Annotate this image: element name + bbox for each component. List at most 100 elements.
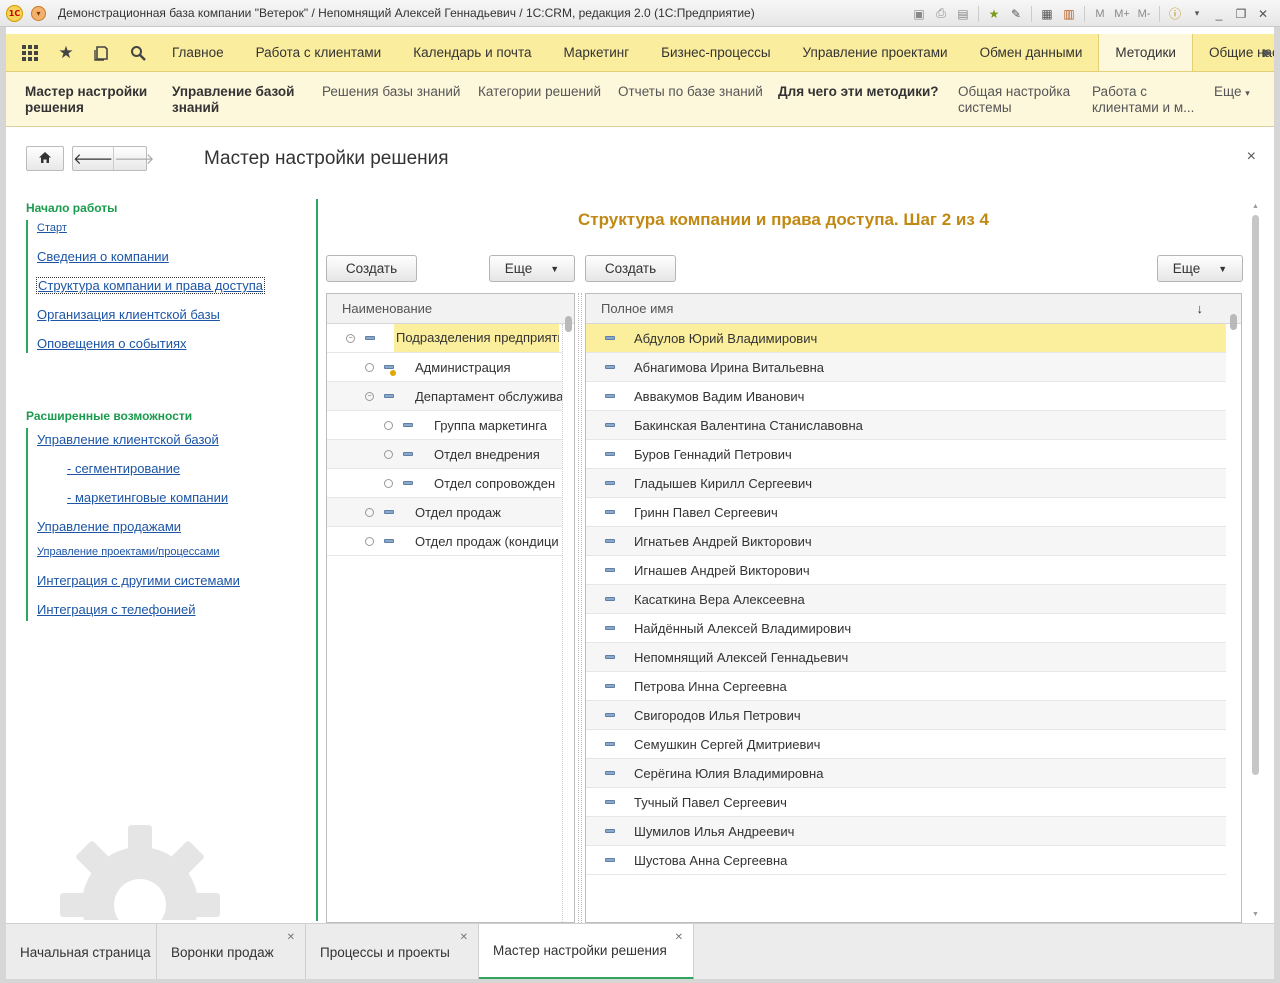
employee-row[interactable]: Гринн Павел Сергеевич	[586, 498, 1226, 527]
func-setup-wizard[interactable]: Мастер настройки решения	[25, 84, 155, 116]
nav-link-notifications[interactable]: Оповещения о событиях	[37, 336, 187, 351]
employee-row[interactable]: Семушкин Сергей Дмитриевич	[586, 730, 1226, 759]
calendar-icon[interactable]: ▥	[1058, 3, 1080, 25]
scroll-down-icon[interactable]: ▼	[1252, 911, 1259, 918]
nav-link-segmentation[interactable]: - сегментирование	[67, 461, 180, 476]
tree-row[interactable]: − Департамент обслужива	[327, 382, 574, 411]
nav-link-integration[interactable]: Интеграция с другими системами	[37, 573, 240, 588]
func-general-setup[interactable]: Общая настройка системы	[958, 84, 1078, 116]
open-tab-home[interactable]: Начальная страница	[6, 924, 157, 980]
panel-splitter[interactable]	[578, 293, 582, 923]
section-calendar-mail[interactable]: Календарь и почта	[397, 34, 547, 71]
tree-row[interactable]: Отдел продаж (кондици	[327, 527, 574, 556]
nav-link-company-info[interactable]: Сведения о компании	[37, 249, 169, 264]
close-tab-icon[interactable]: ✕	[287, 932, 295, 943]
employee-row[interactable]: Свигородов Илья Петрович	[586, 701, 1226, 730]
employee-row[interactable]: Найдённый Алексей Владимирович	[586, 614, 1226, 643]
save-icon[interactable]: ▣	[908, 3, 930, 25]
collapse-icon[interactable]: −	[365, 391, 374, 401]
employee-row[interactable]: Буров Геннадий Петрович	[586, 440, 1226, 469]
sections-scroll-right-icon[interactable]: ▶	[1264, 46, 1272, 59]
nav-link-start[interactable]: Старт	[37, 222, 67, 234]
more-employees-button[interactable]: Еще ▼	[1157, 255, 1243, 282]
func-knowledge-base-mgmt[interactable]: Управление базой знаний	[172, 84, 307, 116]
nav-link-marketing-campaigns[interactable]: - маркетинговые компании	[67, 490, 228, 505]
nav-link-client-mgmt[interactable]: Управление клиентской базой	[37, 432, 219, 447]
nav-link-projects[interactable]: Управление проектами/процессами	[37, 546, 220, 558]
func-kb-solutions[interactable]: Решения базы знаний	[322, 84, 460, 100]
employee-row[interactable]: Петрова Инна Сергеевна	[586, 672, 1226, 701]
employee-row[interactable]: Абдулов Юрий Владимирович	[586, 324, 1226, 353]
section-business-processes[interactable]: Бизнес-процессы	[645, 34, 786, 71]
func-solution-categories[interactable]: Категории решений	[478, 84, 601, 100]
employee-row[interactable]: Игнатьев Андрей Викторович	[586, 527, 1226, 556]
open-tab-processes[interactable]: Процессы и проекты ✕	[306, 924, 479, 980]
main-menu-icon[interactable]: ▾	[31, 5, 46, 21]
section-data-exchange[interactable]: Обмен данными	[964, 34, 1099, 71]
info-icon[interactable]: ⓘ	[1164, 3, 1186, 25]
employee-row[interactable]: Абнагимова Ирина Витальевна	[586, 353, 1226, 382]
create-department-button[interactable]: Создать	[326, 255, 417, 282]
history-icon[interactable]	[84, 34, 120, 72]
print-icon[interactable]: ⎙	[930, 3, 952, 25]
employee-row[interactable]: Серёгина Юлия Владимировна	[586, 759, 1226, 788]
home-button[interactable]	[26, 146, 64, 171]
back-arrow-icon[interactable]: 🡐	[73, 147, 115, 170]
forward-arrow-icon[interactable]: 🡒	[114, 147, 154, 170]
favorites-star-icon[interactable]: ★	[48, 34, 84, 72]
section-methods[interactable]: Методики	[1098, 34, 1193, 71]
column-header-full-name[interactable]: Полное имя ↓	[586, 294, 1241, 324]
history-icon[interactable]: ✎	[1005, 3, 1027, 25]
form-scrollbar[interactable]: ▲ ▼	[1250, 203, 1262, 918]
calculator-icon[interactable]: ▦	[1036, 3, 1058, 25]
more-departments-button[interactable]: Еще ▼	[489, 255, 575, 282]
tree-row[interactable]: − Подразделения предприяти	[327, 324, 574, 353]
scroll-thumb[interactable]	[1252, 215, 1259, 775]
employee-row[interactable]: Бакинская Валентина Станиславовна	[586, 411, 1226, 440]
employees-scrollbar[interactable]	[1226, 314, 1241, 922]
employee-row[interactable]: Тучный Павел Сергеевич	[586, 788, 1226, 817]
func-more-button[interactable]: Еще ▾	[1214, 84, 1250, 101]
tree-row[interactable]: Администрация	[327, 353, 574, 382]
restore-icon[interactable]: ❐	[1230, 3, 1252, 25]
open-tab-setup-wizard[interactable]: Мастер настройки решения ✕	[479, 924, 694, 980]
dropdown-icon[interactable]: ▾	[1186, 3, 1208, 25]
func-work-with-clients[interactable]: Работа с клиентами и м...	[1092, 84, 1197, 116]
section-main[interactable]: Главное	[156, 34, 240, 71]
nav-link-sales-mgmt[interactable]: Управление продажами	[37, 519, 181, 534]
tree-row[interactable]: Группа маркетинга	[327, 411, 574, 440]
minimize-icon[interactable]: _	[1208, 3, 1230, 25]
memory-plus-button[interactable]: M+	[1111, 3, 1133, 25]
close-tab-icon[interactable]: ✕	[460, 932, 468, 943]
favorites-icon[interactable]: ★	[983, 3, 1005, 25]
tree-row[interactable]: Отдел внедрения	[327, 440, 574, 469]
sort-descending-icon[interactable]: ↓	[1197, 301, 1204, 316]
open-tab-sales-funnels[interactable]: Воронки продаж ✕	[157, 924, 306, 980]
section-general-settings[interactable]: Общие настрой	[1193, 34, 1274, 71]
nav-link-client-base[interactable]: Организация клиентской базы	[37, 307, 220, 322]
scroll-thumb[interactable]	[565, 316, 572, 332]
column-header-name[interactable]: Наименование	[327, 294, 574, 324]
collapse-icon[interactable]: −	[346, 333, 355, 343]
tree-scrollbar[interactable]	[562, 316, 574, 922]
section-clients[interactable]: Работа с клиентами	[240, 34, 398, 71]
employee-row[interactable]: Аввакумов Вадим Иванович	[586, 382, 1226, 411]
employee-row[interactable]: Касаткина Вера Алексеевна	[586, 585, 1226, 614]
tree-row[interactable]: Отдел продаж	[327, 498, 574, 527]
close-tab-icon[interactable]: ✕	[675, 932, 683, 943]
scroll-up-icon[interactable]: ▲	[1252, 203, 1259, 210]
scroll-thumb[interactable]	[1230, 314, 1237, 330]
tree-row[interactable]: Отдел сопровожден	[327, 469, 574, 498]
close-form-icon[interactable]: ×	[1247, 148, 1256, 166]
memory-minus-button[interactable]: M-	[1133, 3, 1155, 25]
employee-row[interactable]: Шумилов Илья Андреевич	[586, 817, 1226, 846]
create-employee-button[interactable]: Создать	[585, 255, 676, 282]
close-window-icon[interactable]: ✕	[1252, 3, 1274, 25]
memory-m-button[interactable]: M	[1089, 3, 1111, 25]
section-marketing[interactable]: Маркетинг	[547, 34, 645, 71]
section-projects[interactable]: Управление проектами	[787, 34, 964, 71]
func-methods-why[interactable]: Для чего эти методики?	[778, 84, 939, 100]
employee-row[interactable]: Шустова Анна Сергеевна	[586, 846, 1226, 875]
employee-row[interactable]: Гладышев Кирилл Сергеевич	[586, 469, 1226, 498]
nav-link-structure[interactable]: Структура компании и права доступа	[35, 277, 266, 294]
